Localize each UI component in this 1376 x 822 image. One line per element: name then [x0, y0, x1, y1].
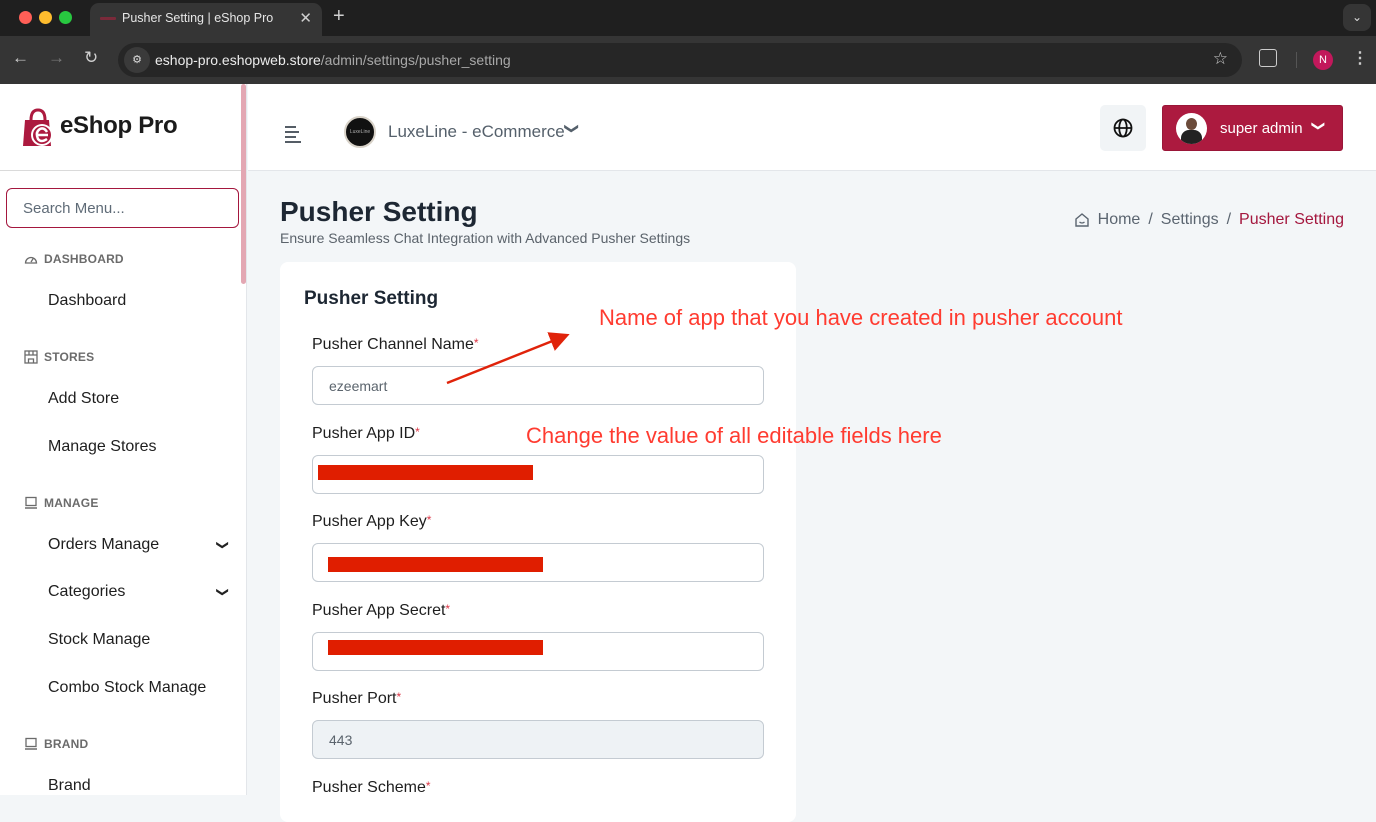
window-maximize-button[interactable]	[59, 11, 72, 24]
app-header: LuxeLine LuxeLine - eCommerce ❯ super ad…	[248, 84, 1376, 171]
section-title: STORES	[44, 350, 95, 364]
menu-label: Combo Stock Manage	[48, 679, 207, 696]
sidebar-item-orders-manage[interactable]: Orders Manage ❯	[48, 536, 230, 554]
channel-name-input[interactable]	[312, 366, 764, 405]
close-tab-icon[interactable]: ✕	[299, 9, 312, 27]
app-key-label: Pusher App Key*	[312, 513, 432, 530]
search-menu-input[interactable]	[6, 188, 239, 228]
tab-title: Pusher Setting | eShop Pro	[122, 11, 274, 25]
store-logo: LuxeLine	[344, 116, 376, 148]
store-selector[interactable]: LuxeLine - eCommerce	[388, 122, 565, 142]
card-title: Pusher Setting	[304, 288, 439, 309]
brand-name: eShop Pro	[60, 112, 178, 139]
browser-tab-bar: Pusher Setting | eShop Pro ✕ + ⌄	[0, 0, 1376, 36]
url-text[interactable]: eshop-pro.eshopweb.store/admin/settings/…	[155, 52, 511, 68]
user-name: super admin	[1220, 120, 1303, 137]
extensions-puzzle-icon[interactable]	[1259, 49, 1277, 67]
scheme-label: Pusher Scheme*	[312, 779, 431, 796]
window-minimize-button[interactable]	[39, 11, 52, 24]
breadcrumb-current: Pusher Setting	[1239, 211, 1344, 228]
menu-label: Dashboard	[48, 292, 127, 309]
menu-label: Stock Manage	[48, 631, 151, 648]
redaction-bar	[328, 640, 543, 655]
sidebar-item-manage-stores[interactable]: Manage Stores	[48, 438, 228, 456]
chevron-down-icon: ❯	[215, 586, 230, 598]
menu-toggle-icon[interactable]	[285, 126, 301, 146]
channel-name-label: Pusher Channel Name*	[312, 336, 479, 353]
sidebar: eShop Pro DASHBOARD Dashboard STORES Add…	[0, 84, 247, 795]
breadcrumb-home[interactable]: Home	[1098, 211, 1141, 229]
address-bar[interactable]: ⚙ eshop-pro.eshopweb.store/admin/setting…	[118, 43, 1242, 77]
section-title: MANAGE	[44, 496, 99, 510]
app-secret-label: Pusher App Secret*	[312, 602, 451, 619]
sidebar-item-categories[interactable]: Categories ❯	[48, 583, 230, 601]
breadcrumb-settings[interactable]: Settings	[1161, 211, 1219, 229]
app-id-label: Pusher App ID*	[312, 425, 420, 442]
avatar	[1176, 113, 1207, 144]
menu-label: Add Store	[48, 390, 120, 407]
sidebar-item-brand[interactable]: Brand	[48, 777, 228, 795]
breadcrumb-separator: /	[1148, 211, 1153, 228]
store-icon	[24, 350, 38, 364]
sidebar-item-combo-stock-manage[interactable]: Combo Stock Manage	[48, 679, 228, 697]
shopping-bag-logo-icon	[23, 108, 53, 146]
sidebar-scrollbar[interactable]	[241, 84, 246, 284]
gauge-icon	[24, 256, 38, 264]
bookmark-star-icon[interactable]: ☆	[1213, 49, 1228, 69]
home-icon	[1074, 213, 1089, 227]
tab-search-button[interactable]: ⌄	[1343, 4, 1371, 31]
port-label: Pusher Port*	[312, 690, 402, 707]
toolbar-divider	[1296, 52, 1297, 68]
chevron-down-icon: ❯	[215, 539, 230, 551]
sidebar-item-dashboard[interactable]: Dashboard	[48, 292, 228, 310]
browser-toolbar: ← → ↻ ⚙ eshop-pro.eshopweb.store/admin/s…	[0, 36, 1376, 84]
browser-menu-icon[interactable]: ⋮	[1352, 48, 1368, 68]
window-close-button[interactable]	[19, 11, 32, 24]
laptop-icon	[25, 737, 37, 750]
chevron-down-icon: ❯	[1311, 120, 1327, 132]
breadcrumb: Home / Settings / Pusher Setting	[1074, 211, 1344, 229]
sidebar-item-add-store[interactable]: Add Store	[48, 390, 228, 408]
url-path: /admin/settings/pusher_setting	[320, 52, 511, 68]
language-button[interactable]	[1100, 105, 1146, 151]
annotation-note: Name of app that you have created in pus…	[599, 305, 1123, 330]
back-icon[interactable]: ←	[12, 48, 29, 68]
page-subtitle: Ensure Seamless Chat Integration with Ad…	[280, 230, 691, 246]
annotation-note: Change the value of all editable fields …	[526, 423, 942, 448]
globe-icon	[1113, 118, 1133, 138]
url-host: eshop-pro.eshopweb.store	[155, 52, 321, 68]
new-tab-button[interactable]: +	[333, 5, 345, 28]
laptop-icon	[25, 496, 37, 509]
pusher-setting-card: Pusher Setting Pusher Channel Name* Push…	[280, 262, 796, 822]
section-dashboard: DASHBOARD	[24, 252, 124, 266]
page-title: Pusher Setting	[280, 196, 478, 227]
section-title: BRAND	[44, 737, 89, 751]
port-input[interactable]	[312, 720, 764, 759]
redaction-bar	[318, 465, 533, 480]
favicon-icon	[100, 17, 116, 20]
section-manage: MANAGE	[24, 496, 99, 510]
site-info-icon[interactable]: ⚙	[124, 47, 150, 73]
section-brand: BRAND	[24, 737, 88, 751]
breadcrumb-separator: /	[1226, 211, 1232, 228]
section-title: DASHBOARD	[44, 252, 124, 266]
redaction-bar	[328, 557, 543, 572]
user-menu-button[interactable]: super admin ❯	[1162, 105, 1343, 151]
reload-icon[interactable]: ↻	[84, 48, 98, 68]
menu-label: Brand	[48, 777, 91, 794]
section-stores: STORES	[24, 350, 94, 364]
brand-logo[interactable]: eShop Pro	[0, 84, 246, 171]
sidebar-item-stock-manage[interactable]: Stock Manage	[48, 631, 228, 649]
chevron-down-icon[interactable]: ❯	[563, 123, 580, 135]
profile-avatar[interactable]: N	[1313, 50, 1333, 70]
menu-label: Orders Manage	[48, 536, 160, 553]
forward-icon[interactable]: →	[48, 48, 65, 68]
menu-label: Categories	[48, 583, 126, 600]
menu-label: Manage Stores	[48, 438, 157, 455]
browser-tab[interactable]: Pusher Setting | eShop Pro ✕	[90, 3, 322, 36]
